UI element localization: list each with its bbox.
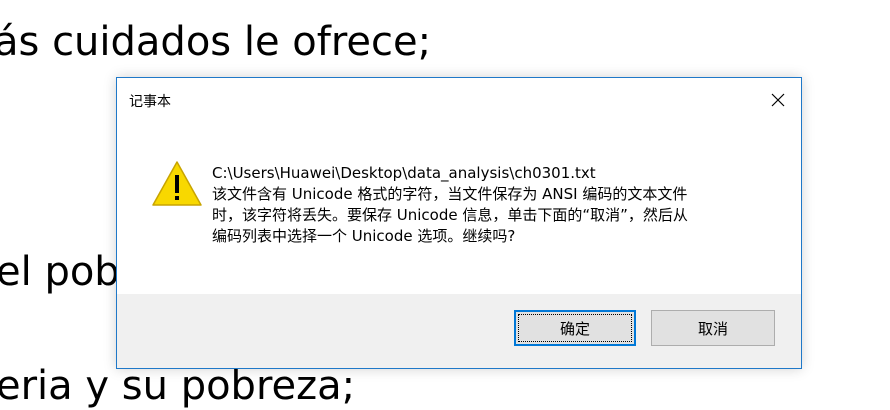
message-line: 该文件含有 Unicode 格式的字符，当文件保存为 ANSI 编码的文本文件 [212, 185, 688, 203]
save-warning-dialog: 记事本 C:\Users\Huawei\Desktop\data_analysi… [116, 77, 802, 369]
warning-triangle-icon [152, 161, 202, 206]
close-icon [771, 93, 785, 107]
focus-ring [518, 314, 632, 342]
document-text-line-1: ás cuidados le ofrece; [0, 19, 432, 65]
message-line: 时，该字符将丢失。要保存 Unicode 信息，单击下面的“取消”，然后从 [212, 206, 688, 224]
dialog-button-bar: 确定 取消 [117, 294, 801, 368]
dialog-title: 记事本 [129, 94, 171, 110]
close-button[interactable] [755, 78, 801, 122]
dialog-content: C:\Users\Huawei\Desktop\data_analysis\ch… [117, 122, 801, 294]
cancel-button-label: 取消 [697, 319, 728, 338]
dialog-titlebar[interactable]: 记事本 [117, 78, 801, 122]
document-text-line-3: eria y su pobreza; [0, 363, 356, 409]
ok-button[interactable]: 确定 [514, 310, 636, 346]
cancel-button[interactable]: 取消 [651, 310, 775, 346]
message-line-path: C:\Users\Huawei\Desktop\data_analysis\ch… [212, 164, 596, 182]
dialog-message: C:\Users\Huawei\Desktop\data_analysis\ch… [212, 163, 772, 247]
message-line: 编码列表中选择一个 Unicode 选项。继续吗? [212, 227, 516, 245]
